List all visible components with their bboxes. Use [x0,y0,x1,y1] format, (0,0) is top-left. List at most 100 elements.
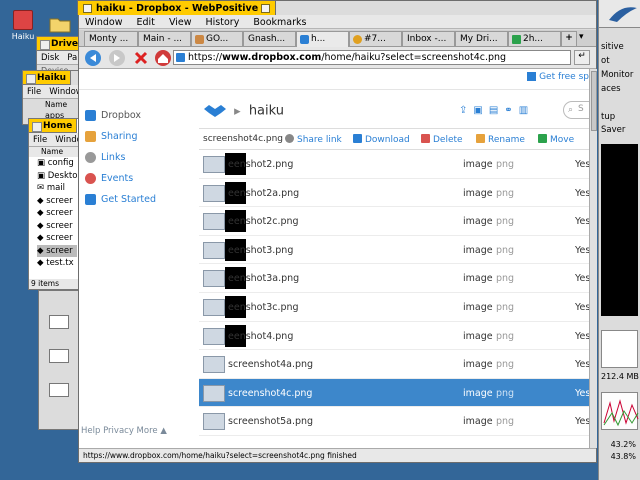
file-item[interactable]: ▣ config [37,157,77,170]
file-shared: Yes [575,416,589,428]
delete-button[interactable]: Delete [421,134,463,145]
file-name[interactable]: screenshot5a.png [228,416,313,427]
file-item[interactable]: ◆ screer [37,207,77,220]
nav-sharing[interactable]: Sharing [85,126,195,147]
file-row[interactable]: eenshot3c.png image png Yes [199,293,589,322]
file-shared: Yes [575,359,589,371]
deskbar-leaf-icon[interactable] [599,0,640,28]
back-button[interactable] [85,50,101,66]
menu-bookmarks[interactable]: Bookmarks [253,17,306,28]
drive-window-tab[interactable]: Drive [37,37,83,51]
file-row[interactable]: eenshot2c.png image png Yes [199,207,589,236]
deskbar-item[interactable]: sitive [599,42,640,55]
desktop-folder-icon[interactable] [48,14,72,34]
file-row[interactable]: eenshot4.png image png Yes [199,322,589,351]
file-thumbnail [203,213,225,231]
home-tracker-tab[interactable]: Home [29,119,78,133]
file-row[interactable]: screenshot5a.png image png Yes [199,407,589,436]
file-extension: png [496,216,515,228]
nav-links[interactable]: Links [85,147,195,168]
tab-my-drive[interactable]: My Dri... [455,31,508,46]
window-title-tab[interactable]: haiku - Dropbox - WebPositive [77,0,276,15]
vertical-scrollbar[interactable] [589,69,597,448]
tab-main[interactable]: Main - ... [138,31,191,46]
menu-history[interactable]: History [206,17,240,28]
menu-edit[interactable]: Edit [137,17,155,28]
file-name[interactable]: eenshot3c.png [228,302,299,313]
deskbar-item[interactable]: Monitor [599,70,640,83]
footer-links[interactable]: Help Privacy More ▲ [81,426,167,436]
file-item[interactable]: ◆ screer [37,244,78,257]
forward-button[interactable] [109,50,125,66]
file-name[interactable]: screenshot4c.png [228,388,312,399]
download-button[interactable]: Download [353,134,410,145]
share-folder-icon[interactable]: ▤ [489,105,504,116]
file-name[interactable]: eenshot4.png [228,331,293,342]
nav-get-started[interactable]: Get Started [85,189,195,210]
file-name[interactable]: eenshot3a.png [228,273,299,284]
get-free-space-link[interactable]: Get free sp [527,72,589,82]
file-item[interactable]: ◆ screer [37,220,77,233]
share-link-button[interactable]: Share link [285,134,342,145]
menu-window[interactable]: Window [85,17,122,28]
move-button[interactable]: Move [538,134,574,145]
new-tab-button[interactable]: + [561,31,577,46]
header-divider [79,89,589,90]
haiku-tracker-tab[interactable]: Haiku [23,71,72,85]
file-name[interactable]: eenshot3.png [228,245,293,256]
header-tool-icons: ⇪▣▤⚭▥ [459,105,534,116]
deskbar-item[interactable]: tup [599,112,640,125]
go-button[interactable]: ↵ [574,50,590,65]
file-row[interactable]: eenshot3.png image png Yes [199,236,589,265]
tab-2h[interactable]: 2h... [508,31,561,46]
tab-gnash[interactable]: Gnash... [243,31,296,46]
new-folder-icon[interactable]: ▣ [473,105,488,116]
desktop-home-icon[interactable]: Haiku [8,10,38,41]
deskbar-item[interactable]: Saver [599,125,640,138]
search-input[interactable]: ⌕ S [563,101,589,119]
file-item[interactable]: ▣ Deskto [37,170,77,183]
file-row[interactable]: screenshot4c.png image png Yes [199,378,589,408]
menu-view[interactable]: View [169,17,192,28]
tab-go[interactable]: GO... [191,31,243,46]
file-item[interactable]: ◆ screer [37,232,77,245]
tab-haiku-dropbox[interactable]: h... [296,31,349,47]
tab-7[interactable]: #7... [349,31,402,46]
deskbar-item[interactable]: ot [599,56,640,69]
close-button[interactable] [83,4,92,13]
tab-monty[interactable]: Monty ... [84,31,138,46]
file-shared: Yes [575,273,589,285]
haiku-tracker-window[interactable]: Haiku File Window Name apps [22,70,82,125]
file-row[interactable]: eenshot3a.png image png Yes [199,264,589,293]
scrollbar-thumb[interactable] [591,71,597,131]
zoom-button[interactable] [261,4,270,13]
tab-inbox[interactable]: Inbox -... [402,31,455,46]
dropbox-favicon-icon [300,35,309,44]
file-name[interactable]: eenshot2.png [228,159,293,170]
deleted-files-icon[interactable]: ▥ [519,105,534,116]
tab-menu-arrow-icon[interactable]: ▾ [579,32,584,42]
home-tracker-window[interactable]: Home File Windo Name ▣ config ▣ Deskto ✉ … [28,118,80,290]
nav-events[interactable]: Events [85,168,195,189]
url-field[interactable]: https://www.dropbox.com/home/haiku?selec… [173,50,571,65]
file-row[interactable]: eenshot2a.png image png Yes [199,179,589,208]
upload-icon[interactable]: ⇪ [459,105,473,116]
file-item[interactable]: ✉ mail [37,182,77,195]
stop-button[interactable] [133,50,149,66]
file-row[interactable]: eenshot2.png image png Yes [199,150,589,179]
file-extension: png [496,244,515,256]
file-row[interactable]: screenshot4a.png image png Yes [199,350,589,379]
file-name[interactable]: eenshot2a.png [228,188,299,199]
nav-dropbox[interactable]: Dropbox [85,105,195,126]
dropbox-favicon-icon [176,53,185,62]
file-name[interactable]: eenshot2c.png [228,216,299,227]
rename-button[interactable]: Rename [476,134,525,145]
file-item[interactable]: ◆ screer [37,195,77,208]
file-name[interactable]: screenshot4a.png [228,359,313,370]
home-button[interactable] [155,50,171,66]
link-icon[interactable]: ⚭ [504,105,518,116]
move-icon [538,134,547,143]
file-item[interactable]: ◆ test.tx [37,257,77,270]
deskbar-item[interactable]: aces [599,84,640,97]
file-kind: image [463,301,493,313]
